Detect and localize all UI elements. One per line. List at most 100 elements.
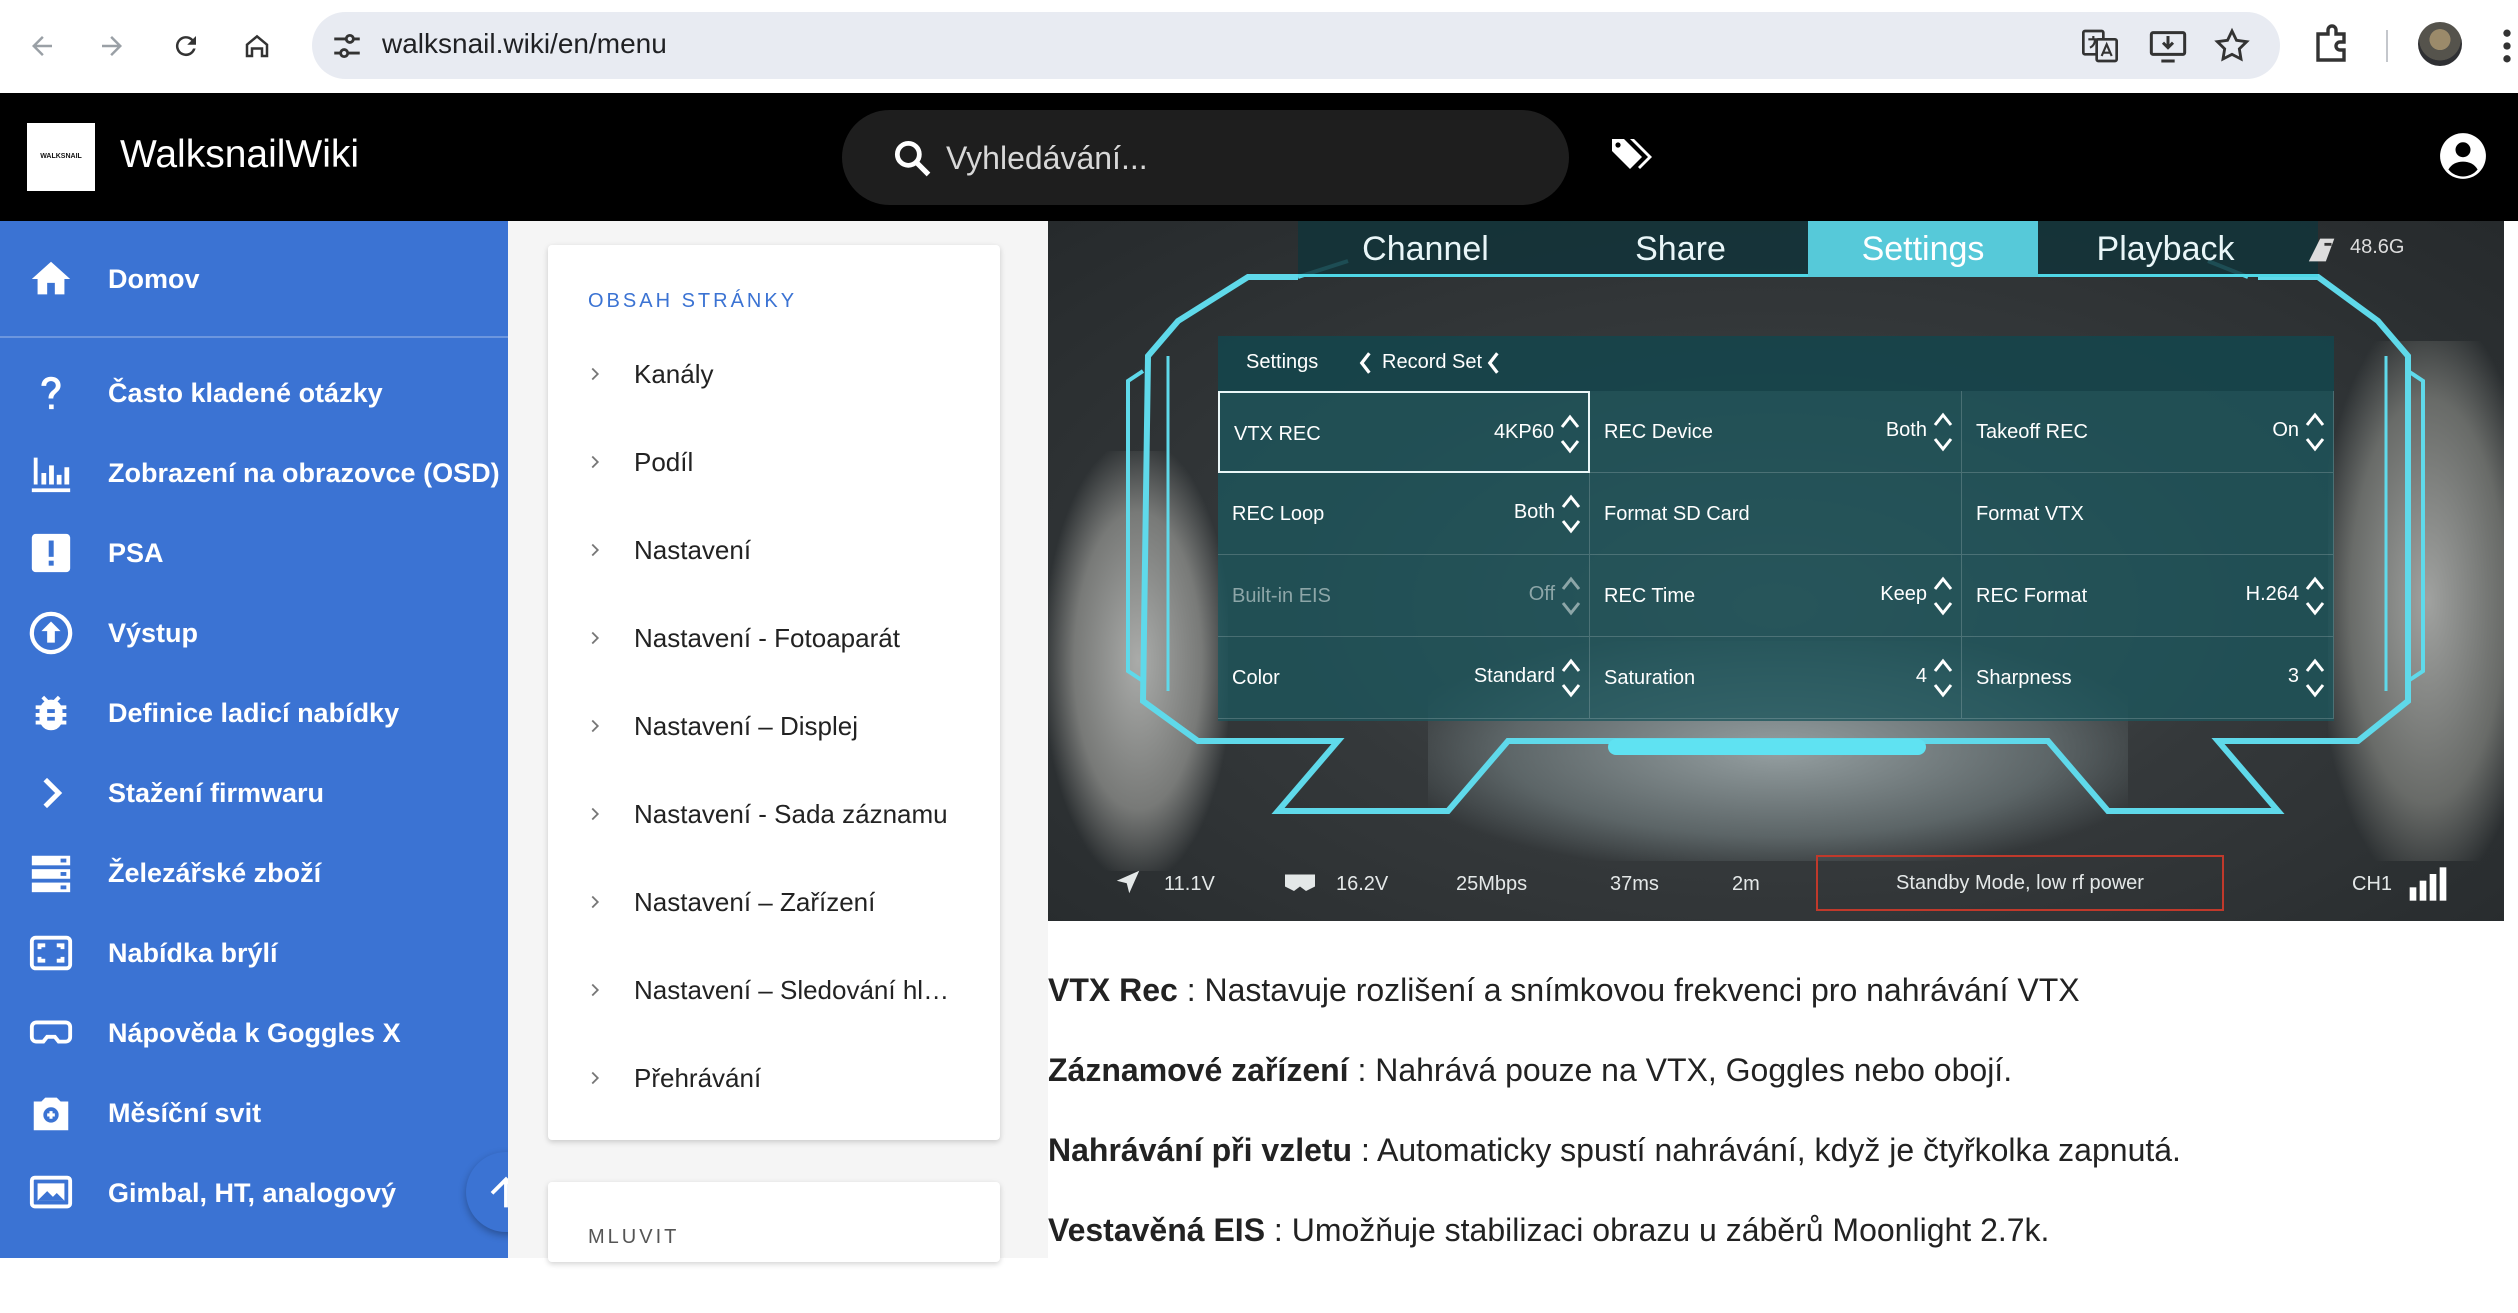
setting-label: REC Device (1604, 421, 1713, 443)
sidebar-item-label: PSA (108, 537, 164, 568)
toc-item[interactable]: Nastavení - Sada záznamu (584, 789, 984, 839)
chevron-right-icon (591, 719, 600, 733)
up-down-arrows-icon (2305, 412, 2325, 452)
up-down-arrows-icon (2305, 658, 2325, 698)
bar-chart-icon (28, 450, 74, 496)
logo-text: WALKSNAIL (40, 153, 82, 160)
record-settings-panel: Settings Record Set VTX REC 4KP60 REC De… (1218, 336, 2334, 721)
account-circle-icon[interactable] (2438, 131, 2488, 181)
extensions-icon[interactable] (2308, 22, 2356, 70)
monitor-icon (28, 1170, 74, 1216)
setting-label: Takeoff REC (1976, 421, 2088, 443)
toc-item[interactable]: Nastavení – Displej (584, 701, 984, 751)
tags-icon[interactable] (1608, 133, 1656, 181)
talk-card: MLUVIT (548, 1182, 1000, 1262)
toc-item[interactable]: Nastavení - Fotoaparát (584, 613, 984, 663)
standby-mode-box: Standby Mode, low rf power (1816, 855, 2224, 911)
sidebar-item-home[interactable]: Domov (0, 239, 508, 319)
translate-icon[interactable] (2080, 26, 2120, 66)
reload-button[interactable] (162, 22, 210, 70)
toc-item-label[interactable]: Nastavení (634, 535, 751, 566)
arrow-right-icon (102, 36, 122, 56)
toc-item-label[interactable]: Nastavení – Sledování hlavy (634, 975, 950, 1006)
chevron-right-icon (591, 895, 600, 909)
sidebar-item-label: Stažení firmwaru (108, 777, 325, 808)
setting-value: Both (1513, 501, 1555, 523)
setting-label: Saturation (1604, 667, 1696, 689)
toc-item-label[interactable]: Nastavení – Zařízení (634, 887, 875, 918)
toc-item[interactable]: Kanály (584, 349, 984, 399)
sidebar-item-output[interactable]: Výstup (0, 593, 508, 673)
server-icon (28, 850, 74, 896)
toc-item[interactable]: Přehrávání (584, 1053, 984, 1103)
storage-remaining: 48.6G (2350, 236, 2405, 258)
upload-icon (28, 610, 74, 656)
setting-label: Built-in EIS (1232, 585, 1331, 607)
goggles-icon (28, 1010, 74, 1056)
sidebar-item-gimbal[interactable]: Gimbal, HT, analogový (0, 1153, 508, 1233)
site-header: WALKSNAIL WalksnailWiki (0, 93, 2518, 221)
page-contents-card: OBSAH STRÁNKY Kanály Podíl Nastavení Nas… (548, 245, 1000, 1140)
up-down-arrows-icon (1561, 494, 1581, 534)
url-text[interactable]: walksnail.wiki/en/menu (382, 28, 667, 60)
browser-chrome: walksnail.wiki/en/menu (0, 0, 2518, 93)
toc-item-label[interactable]: Nastavení - Sada záznamu (634, 799, 948, 830)
setting-value: 3 (2287, 665, 2299, 687)
sidebar-item-firmware[interactable]: Stažení firmwaru (0, 753, 508, 833)
sidebar-item-goggles-menu[interactable]: Nabídka brýlí (0, 913, 508, 993)
chevron-right-icon (591, 455, 600, 469)
back-button[interactable] (18, 22, 66, 70)
toc-item[interactable]: Podíl (584, 437, 984, 487)
sidebar-item-debug-menu[interactable]: Definice ladicí nabídky (0, 673, 508, 753)
sidebar-item-label: Často kladené otázky (108, 377, 383, 408)
voltage-2: 16.2V (1336, 873, 1389, 895)
toc-item-label[interactable]: Kanály (634, 359, 714, 390)
search-input[interactable] (946, 136, 1506, 180)
home-outline-icon (245, 34, 269, 58)
install-app-icon[interactable] (2148, 26, 2188, 66)
sd-card-icon (2308, 238, 2335, 262)
bookmark-star-icon[interactable] (2212, 26, 2252, 66)
address-bar[interactable]: walksnail.wiki/en/menu (312, 12, 2280, 79)
sidebar-item-partial[interactable] (0, 1233, 508, 1313)
setting-label: Format VTX (1976, 503, 2084, 525)
sidebar-item-hardware[interactable]: Železářské zboží (0, 833, 508, 913)
site-title[interactable]: WalksnailWiki (120, 133, 359, 177)
toc-item[interactable]: Nastavení – Zařízení (584, 877, 984, 927)
toc-item-label[interactable]: Nastavení - Fotoaparát (634, 623, 900, 654)
toc-item-label[interactable]: Podíl (634, 447, 693, 478)
sidebar-item-goggles-x[interactable]: Nápověda k Goggles X (0, 993, 508, 1073)
setting-value: On (2272, 419, 2299, 441)
home-button[interactable] (233, 22, 281, 70)
sidebar-item-moonlight[interactable]: Měsíční svit (0, 1073, 508, 1153)
search-box[interactable] (842, 110, 1569, 205)
setting-label: Color (1232, 667, 1280, 689)
question-icon (28, 370, 74, 416)
site-logo[interactable]: WALKSNAIL (27, 123, 95, 191)
sidebar-item-label: Měsíční svit (108, 1097, 262, 1128)
setting-cell: REC Device Both (1590, 391, 1962, 473)
up-down-arrows-icon (1933, 658, 1953, 698)
term: Záznamové zařízení (1048, 1052, 1349, 1088)
breadcrumb-record-set: Record Set (1382, 351, 1483, 373)
toc-item[interactable]: Nastavení – Sledování hlavy (584, 965, 984, 1015)
profile-avatar[interactable] (2418, 22, 2462, 66)
paragraph-builtin-eis: Vestavěná EIS : Umožňuje stabilizaci obr… (1048, 1212, 2049, 1249)
chevron-right-icon (591, 807, 600, 821)
setting-cell: REC Loop Both (1218, 473, 1590, 555)
setting-value: Keep (1880, 583, 1927, 605)
forward-button[interactable] (88, 22, 136, 70)
more-menu-icon[interactable] (2496, 22, 2518, 70)
sidebar-item-faq[interactable]: Často kladené otázky (0, 353, 508, 433)
sidebar-item-label: Výstup (108, 617, 199, 648)
tab-share: Share (1635, 229, 1726, 268)
sidebar-item-osd[interactable]: Zobrazení na obrazovce (OSD) (0, 433, 508, 513)
sidebar-item-psa[interactable]: PSA (0, 513, 508, 593)
toc-item[interactable]: Nastavení (584, 525, 984, 575)
chevron-right-icon (591, 983, 600, 997)
toc-item-label[interactable]: Přehrávání (634, 1063, 761, 1094)
description: : Umožňuje stabilizaci obrazu u záběrů M… (1265, 1212, 2050, 1248)
toc-item-label[interactable]: Nastavení – Displej (634, 711, 858, 742)
site-settings-icon[interactable] (330, 29, 364, 63)
description: : Nahrává pouze na VTX, Goggles nebo obo… (1348, 1052, 2013, 1088)
